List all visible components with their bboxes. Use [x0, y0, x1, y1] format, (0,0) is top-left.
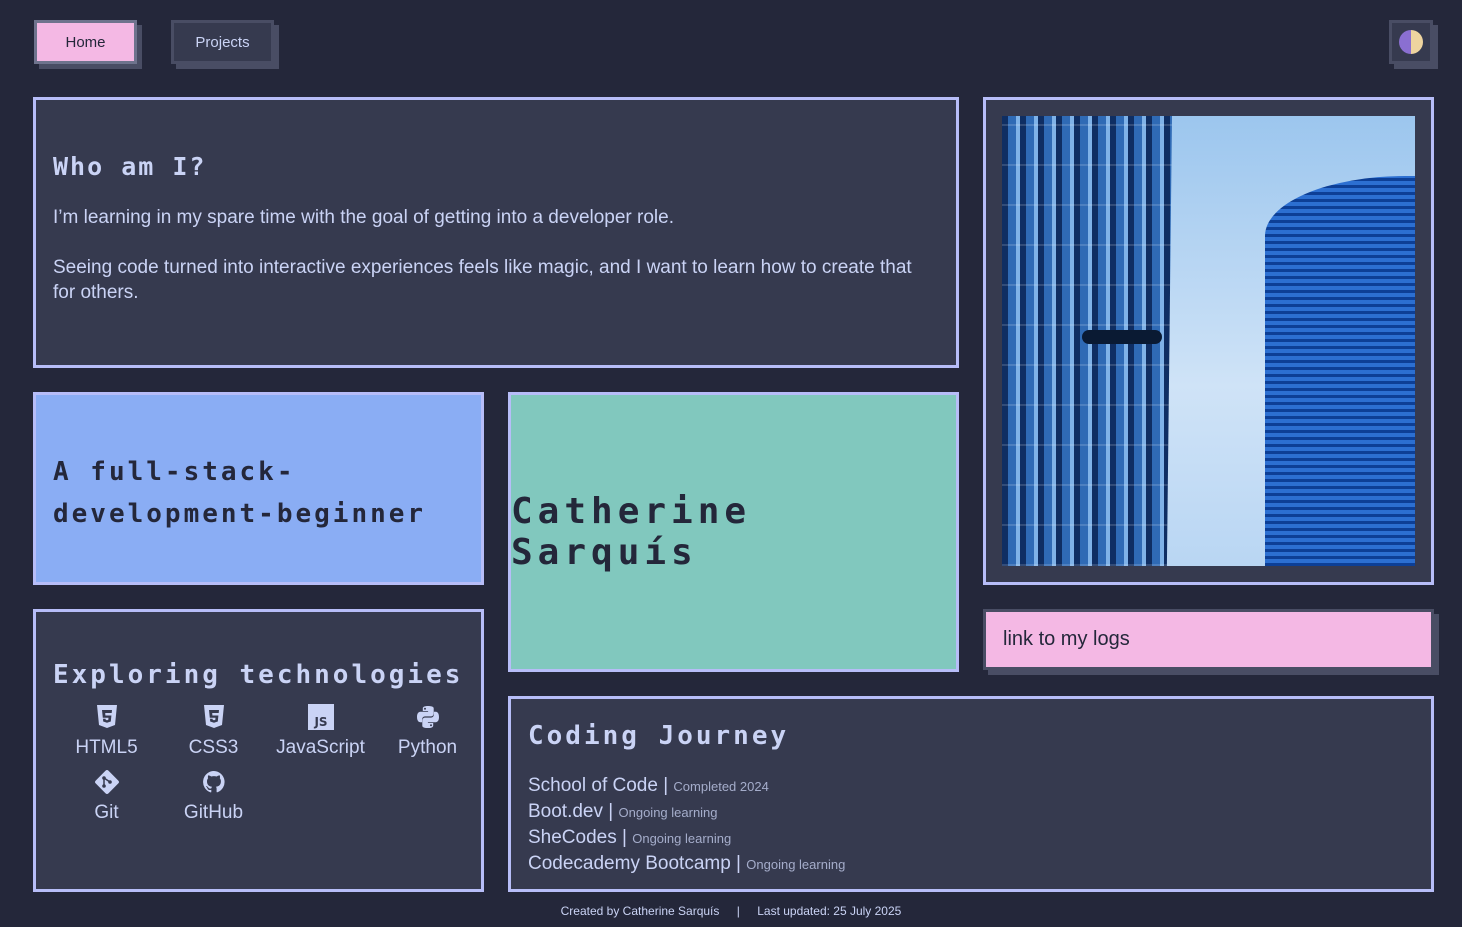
technologies-grid: HTML5 CSS3 JS JavaScript Python Git GitH…: [53, 702, 464, 824]
tech-item-github: GitHub: [160, 767, 267, 824]
projects-button[interactable]: Projects: [171, 20, 274, 64]
tech-label-git: Git: [94, 802, 119, 823]
journey-item-status: Ongoing learning: [632, 831, 732, 846]
projects-button-label: Projects: [195, 33, 250, 51]
footer-separator: |: [736, 904, 740, 918]
technologies-title: Exploring technologies: [53, 660, 464, 690]
tech-item-css3: CSS3: [160, 702, 267, 759]
git-icon: [92, 767, 122, 797]
journey-item: SheCodes | Ongoing learning: [528, 827, 732, 848]
svg-text:JS: JS: [313, 715, 327, 729]
about-title: Who am I?: [53, 152, 207, 181]
footer: Created by Catherine Sarquís | Last upda…: [0, 904, 1462, 918]
tech-label-python: Python: [397, 737, 458, 758]
css3-icon: [199, 702, 229, 732]
coding-journey-title: Coding Journey: [528, 721, 790, 751]
street-lamp: [1082, 330, 1162, 344]
tech-item-html5: HTML5: [53, 702, 160, 759]
journey-item-name: Boot.dev: [528, 801, 603, 822]
journey-item-status: Ongoing learning: [746, 857, 846, 872]
technologies-card: Exploring technologies HTML5 CSS3 JS Jav…: [33, 609, 484, 892]
about-card: Who am I? I’m learning in my spare time …: [33, 97, 959, 368]
coding-journey-card: Coding Journey School of Code | Complete…: [508, 696, 1434, 892]
journey-item-status: Completed 2024: [673, 779, 769, 794]
github-icon: [199, 767, 229, 797]
journey-item-name: SheCodes: [528, 827, 617, 848]
tech-item-python: Python: [374, 702, 481, 759]
half-moon-theme-icon: [1399, 30, 1423, 54]
journey-item-name: Codecademy Bootcamp: [528, 853, 731, 874]
home-button[interactable]: Home: [34, 20, 137, 64]
logs-link-label: link to my logs: [1003, 628, 1130, 650]
tech-label-css3: CSS3: [188, 737, 239, 758]
journey-item-name: School of Code: [528, 775, 658, 796]
tech-item-git: Git: [53, 767, 160, 824]
footer-created: Created by Catherine Sarquís: [560, 904, 720, 918]
owner-name: Catherine Sarquís: [511, 491, 752, 573]
logs-link[interactable]: link to my logs: [983, 609, 1434, 670]
journey-item-status: Ongoing learning: [618, 805, 718, 820]
journey-item: Boot.dev | Ongoing learning: [528, 801, 718, 822]
name-card: Catherine Sarquís: [508, 392, 959, 672]
tech-label-github: GitHub: [183, 802, 244, 823]
tagline-line-2: development-beginner: [53, 499, 427, 529]
right-building: [1265, 176, 1415, 566]
about-paragraph-2: Seeing code turned into interactive expe…: [53, 257, 912, 303]
javascript-icon: JS: [306, 702, 336, 732]
building-photo: [1002, 116, 1415, 566]
html5-icon: [92, 702, 122, 732]
python-icon: [413, 702, 443, 732]
tech-label-html5: HTML5: [75, 737, 138, 758]
home-button-label: Home: [65, 33, 106, 51]
journey-item: Codecademy Bootcamp | Ongoing learning: [528, 853, 846, 874]
tagline-card: A full-stack- development-beginner: [33, 392, 484, 585]
tech-label-javascript: JavaScript: [276, 737, 365, 758]
photo-card: [983, 97, 1434, 585]
about-paragraph-1: I’m learning in my spare time with the g…: [53, 207, 674, 228]
theme-toggle-button[interactable]: [1389, 20, 1433, 64]
tagline-line-1: A full-stack-: [53, 457, 296, 487]
footer-updated: Last updated: 25 July 2025: [757, 904, 902, 918]
journey-item: School of Code | Completed 2024: [528, 775, 769, 796]
tech-item-javascript: JS JavaScript: [267, 702, 374, 759]
